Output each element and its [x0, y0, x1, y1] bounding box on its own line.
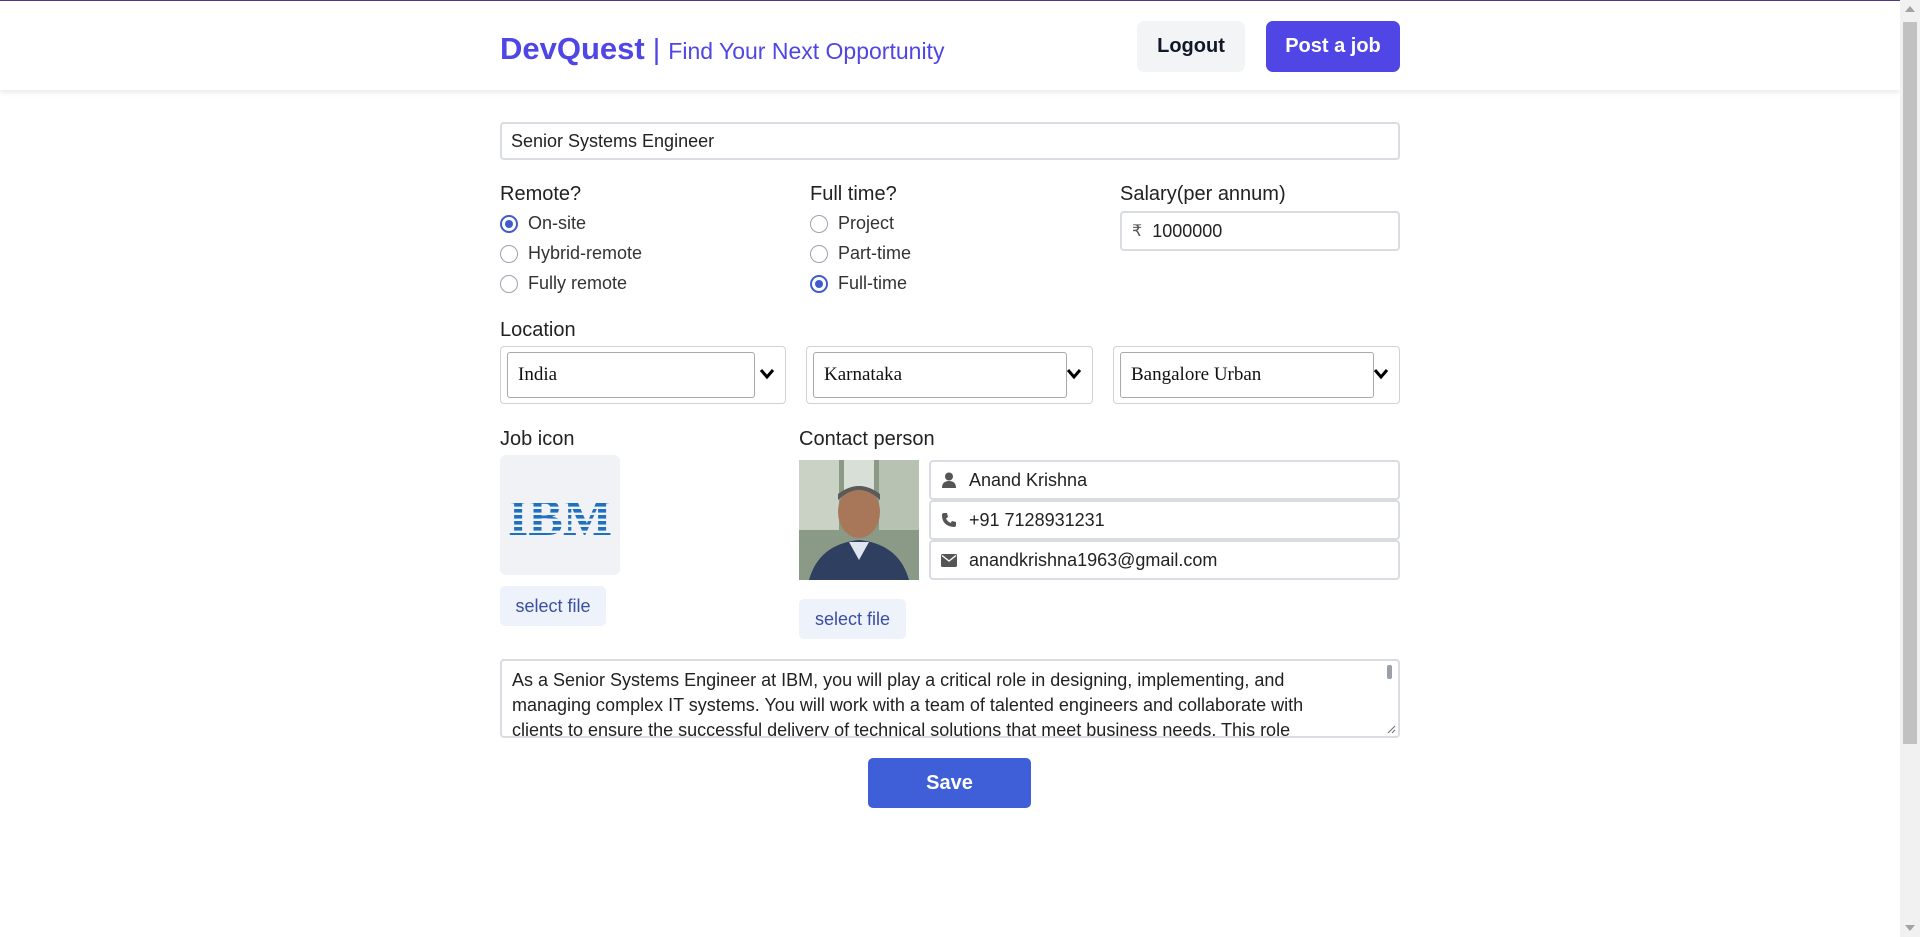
country-value: India: [507, 352, 755, 398]
job-title-input[interactable]: Senior Systems Engineer: [500, 122, 1400, 160]
contact-person-label: Contact person: [799, 428, 935, 450]
contact-phone-value: +91 7128931231: [969, 509, 1105, 530]
contact-email-field[interactable]: anandkrishna1963@gmail.com: [929, 540, 1400, 580]
save-button[interactable]: Save: [868, 758, 1031, 808]
page-scroll-thumb[interactable]: [1903, 22, 1917, 744]
textarea-scroll-thumb[interactable]: [1387, 665, 1392, 679]
contact-email-value: anandkrishna1963@gmail.com: [969, 549, 1218, 570]
description-textarea[interactable]: As a Senior Systems Engineer at IBM, you…: [500, 659, 1400, 738]
radio-full-time-label: Full-time: [838, 273, 908, 293]
contact-name-field[interactable]: Anand Krishna: [929, 460, 1400, 500]
job-icon-label: Job icon: [500, 428, 575, 450]
fulltime-label: Full time?: [810, 183, 897, 205]
brand-separator: |: [652, 34, 661, 66]
brand[interactable]: DevQuest | Find Your Next Opportunity: [500, 31, 944, 67]
salary-value: 1000000: [1152, 220, 1223, 241]
state-select[interactable]: Karnataka: [806, 346, 1093, 404]
chevron-down-icon: [759, 369, 775, 380]
chevron-down-icon: [1066, 369, 1082, 380]
radio-fully-remote-control[interactable]: [500, 274, 518, 293]
remote-label: Remote?: [500, 183, 582, 205]
brand-tagline: Find Your Next Opportunity: [668, 38, 945, 64]
resize-grip-icon[interactable]: [1386, 724, 1396, 734]
contact-avatar: [799, 460, 919, 580]
logout-button[interactable]: Logout: [1137, 21, 1245, 72]
radio-part-time-label: Part-time: [838, 243, 912, 263]
radio-fully-remote-label: Fully remote: [528, 273, 628, 293]
radio-hybrid-remote[interactable]: Hybrid-remote: [500, 243, 642, 264]
ibm-logo-text: IBM: [508, 491, 612, 539]
state-value: Karnataka: [813, 352, 1067, 398]
city-value: Bangalore Urban: [1120, 352, 1374, 398]
radio-part-time[interactable]: Part-time: [810, 243, 911, 264]
scroll-down-arrow-icon[interactable]: [1905, 925, 1915, 931]
contact-select-file-button[interactable]: select file: [799, 599, 906, 639]
radio-on-site-control[interactable]: [500, 214, 518, 233]
salary-input[interactable]: ₹ 1000000: [1120, 211, 1400, 251]
post-job-button[interactable]: Post a job: [1266, 21, 1400, 72]
rupee-icon: ₹: [1132, 223, 1143, 240]
job-icon-preview: IBM: [500, 455, 620, 575]
phone-icon: [941, 512, 957, 528]
scroll-up-arrow-icon[interactable]: [1905, 6, 1915, 12]
radio-part-time-control[interactable]: [810, 244, 828, 263]
radio-hybrid-remote-control[interactable]: [500, 244, 518, 263]
radio-project[interactable]: Project: [810, 213, 894, 234]
country-select[interactable]: India: [500, 346, 786, 404]
envelope-icon: [941, 552, 957, 568]
description-text: As a Senior Systems Engineer at IBM, you…: [512, 670, 1304, 738]
radio-full-time-control[interactable]: [810, 274, 828, 293]
avatar-photo: [799, 460, 919, 580]
job-icon-select-file-button[interactable]: select file: [500, 586, 606, 626]
user-icon: [941, 472, 957, 488]
page-scrollbar[interactable]: [1900, 0, 1920, 937]
brand-name[interactable]: DevQuest: [500, 31, 645, 67]
city-select[interactable]: Bangalore Urban: [1113, 346, 1400, 404]
radio-full-time[interactable]: Full-time: [810, 273, 907, 294]
radio-on-site[interactable]: On-site: [500, 213, 586, 234]
radio-on-site-label: On-site: [528, 213, 587, 233]
location-label: Location: [500, 319, 576, 341]
radio-hybrid-remote-label: Hybrid-remote: [528, 243, 643, 263]
ibm-logo-icon: IBM: [508, 491, 612, 539]
salary-label: Salary(per annum): [1120, 183, 1286, 205]
radio-project-control[interactable]: [810, 214, 828, 233]
job-title-value: Senior Systems Engineer: [511, 130, 715, 151]
chevron-down-icon: [1373, 369, 1389, 380]
radio-project-label: Project: [838, 213, 895, 233]
site-header: DevQuest | Find Your Next Opportunity Lo…: [0, 1, 1900, 90]
radio-fully-remote[interactable]: Fully remote: [500, 273, 627, 294]
contact-name-value: Anand Krishna: [969, 469, 1088, 490]
contact-phone-field[interactable]: +91 7128931231: [929, 500, 1400, 540]
